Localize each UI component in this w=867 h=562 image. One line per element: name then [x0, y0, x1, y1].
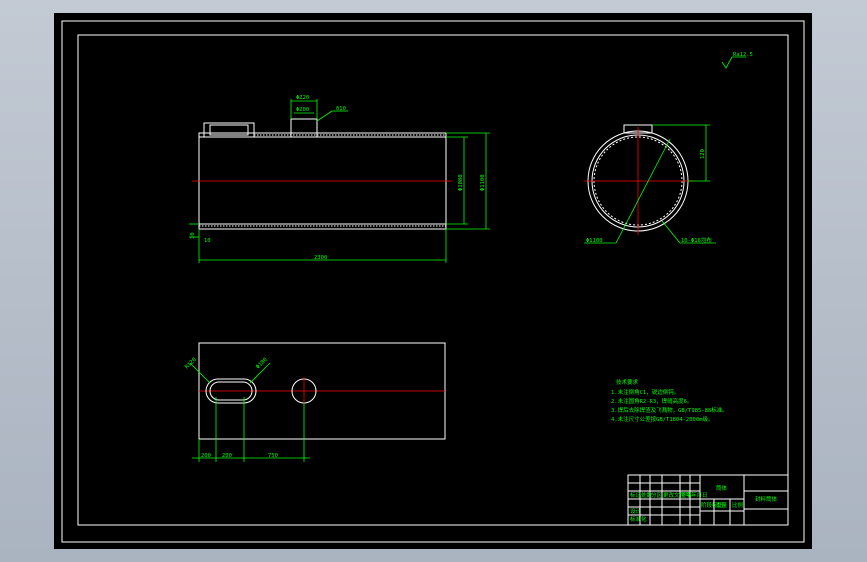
note-line-1: 1.未注倒角C1，锐边倒钝。 — [611, 388, 679, 396]
roughness-label: Ra12.5 — [733, 52, 753, 58]
roughness-symbol: Ra12.5 — [721, 52, 753, 69]
drawing-number: 封料筒体 — [755, 495, 778, 503]
front-view: Φ220 Φ200 δ10 Φ1080 Φ1100 10 10 2300 — [189, 95, 490, 263]
side-view: 120 Φ1100 10-Φ16均布 — [584, 124, 716, 244]
tb-cell-weight: 重量 — [716, 501, 728, 509]
dim-b: 200 — [222, 453, 232, 459]
dim-length: 2300 — [314, 255, 327, 261]
tb-label-6: 年月日 — [691, 491, 708, 499]
technical-notes: 技术要求 1.未注倒角C1，锐边倒钝。 2.未注圆角R2-R3，焊缝高度6。 3… — [611, 378, 728, 423]
part-name: 筒体 — [716, 484, 728, 492]
tb-label-1: 标记 — [630, 491, 642, 499]
plan-view: R120 Φ180 200 200 750 — [184, 342, 446, 462]
dim-top-width: Φ220 — [296, 95, 309, 101]
tb-cell-scale: 比例 — [732, 501, 744, 509]
dim-left-a: 10 — [190, 232, 196, 239]
leader-left — [615, 138, 671, 244]
notes-title: 技术要求 — [616, 378, 639, 386]
note-line-4: 4.未注尺寸公差按GB/T1804-2000m级。 — [611, 415, 713, 423]
dim-side-height: 120 — [700, 149, 706, 159]
leader-left-label: Φ1100 — [586, 238, 603, 244]
dim-hole-dia: Φ180 — [255, 357, 269, 371]
inner-drawing-frame — [77, 34, 789, 526]
dim-thickness: δ10 — [336, 106, 346, 112]
tb-cell-design: 设计 — [630, 507, 642, 515]
dim-inner-dia: Φ1080 — [458, 174, 464, 191]
leader-right — [661, 220, 681, 244]
tb-cell-standard: 标准化 — [630, 515, 647, 523]
wall-hatch — [199, 134, 446, 227]
dim-hole: Φ200 — [296, 107, 309, 113]
top-nozzle — [290, 118, 318, 138]
note-line-2: 2.未注圆角R2-R3，焊缝高度6。 — [611, 397, 693, 405]
dim-outer-dia: Φ1100 — [480, 174, 486, 191]
tb-label-3: 分区 — [651, 491, 663, 499]
title-block: 筒体 封料筒体 标记 处数 分区 更改文件号 签名 年月日 设计 标准化 阶段标… — [627, 474, 789, 526]
dim-c: 750 — [268, 453, 278, 459]
dim-a: 200 — [201, 453, 211, 459]
outer-sheet-border — [61, 20, 805, 543]
note-line-3: 3.焊后去除焊渣及飞溅物，GB/T985-88标准。 — [611, 406, 728, 414]
cad-drawing-canvas[interactable]: Ra12.5 Φ220 Φ200 δ10 Φ1080 Φ1100 10 10 2… — [54, 13, 812, 549]
dim-left-b: 10 — [204, 238, 211, 244]
leader-right-label: 10-Φ16均布 — [681, 236, 712, 244]
cad-viewport[interactable]: Ra12.5 Φ220 Φ200 δ10 Φ1080 Φ1100 10 10 2… — [54, 13, 812, 549]
